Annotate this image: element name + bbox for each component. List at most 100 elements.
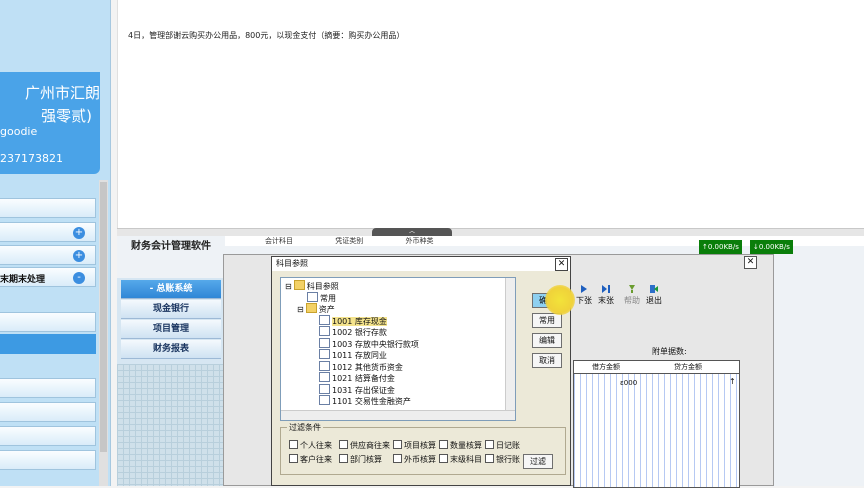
tree-node[interactable]: ⊟ 资产 [297,303,335,314]
left-nav-item-7[interactable] [0,378,96,398]
company-name-line2: 强零贰) [41,107,92,125]
filter-checkbox[interactable]: 个人往来 [289,440,332,450]
left-nav-label: 末期末处理 [0,275,46,285]
filter-checkbox[interactable]: 供应商往来 [339,440,390,450]
net-download-speed: ↓0.00KB/s [750,240,793,254]
left-panel: 广州市汇朗 强零贰) goodie 237173821 + + 末期末处理 - [0,0,111,486]
voucher-close-icon[interactable]: ✕ [744,256,757,269]
left-nav-item-selected[interactable] [0,334,96,354]
plus-icon[interactable]: + [73,250,85,262]
filter-checkbox[interactable]: 部门核算 [339,454,382,464]
tree-node-label: 1001 库存现金 [332,316,387,326]
grid-scroll-up-icon[interactable]: ↑ [729,377,736,386]
filter-checkbox[interactable]: 项目核算 [393,440,436,450]
tree-vertical-scrollbar[interactable] [505,278,515,410]
filter-button[interactable]: 过滤 [523,454,553,469]
tree-node-label: 1021 结算备付金 [332,374,395,383]
tab-currency[interactable]: 外币种类 [405,237,433,245]
filter-checkbox-label: 末级科目 [450,455,482,464]
nav-project-management[interactable]: 项目管理 [121,320,221,339]
plus-icon[interactable]: + [73,227,85,239]
cancel-button[interactable]: 取消 [532,353,562,368]
tree-node-label: 1012 其他货币资金 [332,362,403,372]
username: goodie [0,125,38,138]
document-icon [307,291,318,302]
tree-node[interactable]: 1101 交易性金融资产 [309,395,411,406]
folder-icon [305,303,317,313]
next-voucher-button[interactable]: 下张 [573,282,595,308]
col-credit-amount: 贷方金额 [674,363,702,371]
filter-checkbox-label: 部门核算 [350,455,382,464]
left-nav-item-2[interactable]: + [0,222,96,242]
next-icon [581,285,587,293]
left-nav-item-10[interactable] [0,450,96,470]
filter-checkbox-label: 个人往来 [300,441,332,450]
checkbox-box[interactable] [393,440,402,449]
tree-node[interactable]: ⊟ 科目参照 [285,280,339,291]
account-tree[interactable]: ⊟ 科目参照 常用 ⊟ 资产 1001 库存现金 1002 银行存款 1003 存放中央银行款… [280,277,516,421]
tree-node[interactable]: 1011 存放同业 [309,349,387,360]
checkbox-box[interactable] [289,454,298,463]
help-button[interactable]: 帮助 [621,282,643,308]
document-icon [319,326,330,336]
dialog-title-bar: 科目参照 ✕ [272,257,570,271]
tree-node[interactable]: 常用 [297,291,336,303]
tree-horizontal-scrollbar[interactable] [281,410,515,420]
tree-toggle-icon[interactable]: ⊟ [285,282,292,291]
tab-accounts[interactable]: 会计科目 [265,237,293,245]
checkbox-box[interactable] [485,454,494,463]
filter-checkbox[interactable]: 客户往来 [289,454,332,464]
tree-node-label: 1002 银行存款 [332,328,387,337]
tree-node[interactable]: 1001 库存现金 [309,314,387,326]
nav-general-ledger[interactable]: - 总账系统 [121,280,221,299]
tree-node-label: 1011 存放同业 [332,351,387,360]
filter-checkbox[interactable]: 日记账 [485,440,520,450]
checkbox-box[interactable] [289,440,298,449]
filter-checkbox[interactable]: 银行账 [485,454,520,464]
left-scrollbar-thumb[interactable] [100,182,107,452]
common-button[interactable]: 常用 [532,313,562,328]
voucher-grid: 借方金额 贷方金额 ε000 ↑ [573,360,740,488]
nav-financial-reports[interactable]: 财务报表 [121,340,221,359]
app-title: 财务会计管理软件 [131,241,211,252]
tab-voucher-types[interactable]: 凭证类别 [335,237,363,245]
document-icon [319,349,330,359]
filter-checkbox-label: 数量核算 [450,441,482,450]
checkbox-box[interactable] [339,440,348,449]
close-icon[interactable]: ✕ [555,258,568,271]
left-nav-item-period-end[interactable]: 末期末处理 - [0,267,96,287]
debit-amount-cell[interactable]: ε000 [620,379,637,387]
checkbox-box[interactable] [439,454,448,463]
left-nav-item-3[interactable]: + [0,245,96,265]
left-scrollbar[interactable] [99,180,108,486]
exit-button[interactable]: 退出 [643,282,665,308]
left-nav-item-9[interactable] [0,426,96,446]
minus-icon[interactable]: - [73,272,85,284]
dialog-title: 科目参照 [276,259,308,268]
filter-checkbox[interactable]: 末级科目 [439,454,482,464]
collapse-toggle[interactable]: ︿ [372,228,452,236]
document-icon [319,337,330,348]
filter-checkbox[interactable]: 数量核算 [439,440,482,450]
tree-node-label: 1031 存出保证金 [332,385,395,395]
checkbox-box[interactable] [393,454,402,463]
left-nav-item-5[interactable] [0,312,96,332]
left-nav-item-8[interactable] [0,402,96,422]
filter-group: 过滤条件 过滤 个人往来 供应商往来 项目核算 数量核算 日记账 客户往来 部门核算 外币核算… [280,422,566,475]
tree-node[interactable]: 1021 结算备付金 [309,372,395,383]
tree-toggle-icon[interactable]: ⊟ [297,305,304,314]
tree-node-label: 1101 交易性金融资产 [332,397,411,406]
filter-checkbox[interactable]: 外币核算 [393,454,436,464]
voucher-grid-header: 借方金额 贷方金额 [574,361,739,374]
tree-node[interactable]: 1012 其他货币资金 [309,360,403,372]
checkbox-box[interactable] [485,440,494,449]
edit-button[interactable]: 编辑 [532,333,562,348]
tree-node[interactable]: 1002 银行存款 [309,326,387,337]
last-voucher-button[interactable]: 末张 [595,282,617,308]
left-nav-item-1[interactable] [0,198,96,218]
tree-node[interactable]: 1031 存出保证金 [309,383,395,395]
tree-node[interactable]: 1003 存放中央银行款项 [309,337,419,349]
checkbox-box[interactable] [339,454,348,463]
checkbox-box[interactable] [439,440,448,449]
nav-cash-bank[interactable]: 现金银行 [121,300,221,319]
